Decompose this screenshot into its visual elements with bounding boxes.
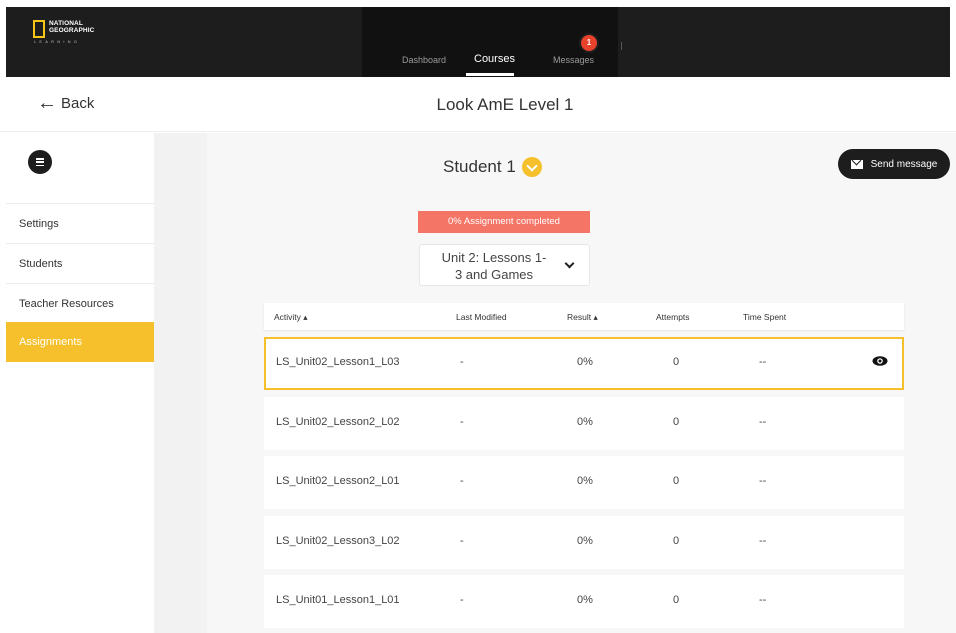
col-result[interactable]: Result ▴ (567, 312, 598, 323)
unit-line1: Unit 2: Lessons 1- (441, 250, 547, 265)
col-attempts: Attempts (656, 312, 690, 322)
col-activity[interactable]: Activity ▴ (274, 312, 308, 323)
student-name: Student 1 (443, 157, 516, 176)
cell-attempts: 0 (673, 416, 680, 428)
send-message-label: Send message (870, 158, 938, 170)
table-row[interactable]: LS_Unit02_Lesson2_L01 - 0% 0 -- (264, 456, 904, 509)
nav-dashboard[interactable]: Dashboard (402, 55, 446, 65)
table-row[interactable]: LS_Unit02_Lesson3_L02 - 0% 0 -- (264, 516, 904, 569)
cell-time-spent: -- (759, 475, 767, 487)
logo-line2: GEOGRAPHIC (49, 27, 95, 34)
menu-toggle-button[interactable] (28, 150, 52, 174)
cell-last-modified: - (460, 594, 464, 606)
assignment-progress-badge: 0% Assignment completed (418, 211, 590, 233)
eye-icon[interactable] (872, 356, 888, 366)
cell-result: 0% (577, 356, 593, 368)
cell-attempts: 0 (673, 356, 680, 368)
top-nav-bar: NATIONAL GEOGRAPHIC LEARNING Dashboard C… (6, 7, 950, 77)
natgeo-logo[interactable]: NATIONAL GEOGRAPHIC LEARNING (33, 20, 94, 44)
course-title: Look AmE Level 1 (436, 95, 574, 114)
logo-sub: LEARNING (34, 39, 81, 44)
logo-line1: NATIONAL (49, 20, 83, 27)
table-row[interactable]: LS_Unit01_Lesson1_L01 - 0% 0 -- (264, 575, 904, 628)
unit-line2: 3 and Games (454, 267, 534, 282)
student-selector[interactable]: Student 1 (443, 157, 542, 177)
cell-result: 0% (577, 535, 593, 547)
cell-attempts: 0 (673, 594, 680, 606)
logo-wordmark: NATIONAL GEOGRAPHIC LEARNING (34, 20, 95, 44)
chevron-down-icon (521, 157, 542, 177)
sidebar: Settings Students Teacher Resources Assi… (6, 133, 154, 633)
cell-attempts: 0 (673, 535, 680, 547)
cell-time-spent: -- (759, 356, 767, 368)
envelope-icon (850, 159, 863, 169)
natgeo-yellow-border-icon (33, 20, 45, 38)
hamburger-icon-line (36, 164, 44, 166)
table-row[interactable]: LS_Unit02_Lesson2_L02 - 0% 0 -- (264, 397, 904, 450)
cell-attempts: 0 (673, 475, 680, 487)
cell-activity: LS_Unit02_Lesson2_L02 (276, 416, 400, 428)
nav-courses[interactable]: Courses (474, 53, 515, 65)
cell-result: 0% (577, 594, 593, 606)
send-message-button[interactable]: Send message (838, 149, 950, 179)
cell-activity: LS_Unit01_Lesson1_L01 (276, 594, 400, 606)
nav-messages[interactable]: Messages (553, 55, 594, 65)
sidebar-item-settings[interactable]: Settings (6, 203, 154, 243)
hamburger-icon-line (36, 158, 44, 160)
sidebar-item-teacher-resources[interactable]: Teacher Resources (6, 283, 154, 323)
messages-badge[interactable]: 1 (581, 35, 597, 51)
cell-time-spent: -- (759, 594, 767, 606)
course-header: ← Back Look AmE Level 1 (0, 77, 956, 132)
unit-selected-value: Unit 2: Lessons 1- 3 and Games (434, 249, 554, 283)
main-nav: Dashboard Courses 1 Messages (362, 7, 622, 77)
sidebar-item-students[interactable]: Students (6, 243, 154, 283)
cell-last-modified: - (460, 356, 464, 368)
cell-time-spent: -- (759, 416, 767, 428)
cell-activity: LS_Unit02_Lesson1_L03 (276, 356, 400, 368)
cell-last-modified: - (460, 416, 464, 428)
table-row[interactable]: LS_Unit02_Lesson1_L03 - 0% 0 -- (264, 337, 904, 390)
table-header: Activity ▴ Last Modified Result ▴ Attemp… (264, 303, 904, 330)
sidebar-item-assignments[interactable]: Assignments (6, 322, 154, 362)
nav-active-underline (466, 73, 514, 76)
col-last-modified: Last Modified (456, 312, 507, 322)
cell-activity: LS_Unit02_Lesson3_L02 (276, 535, 400, 547)
cell-time-spent: -- (759, 535, 767, 547)
cell-result: 0% (577, 416, 593, 428)
cell-result: 0% (577, 475, 593, 487)
chevron-down-icon (564, 258, 575, 269)
cell-last-modified: - (460, 535, 464, 547)
hamburger-icon-line (36, 161, 44, 163)
col-time-spent: Time Spent (743, 312, 787, 322)
unit-dropdown[interactable]: Unit 2: Lessons 1- 3 and Games (419, 244, 590, 286)
cell-last-modified: - (460, 475, 464, 487)
cell-activity: LS_Unit02_Lesson2_L01 (276, 475, 400, 487)
nav-separator (621, 42, 622, 50)
